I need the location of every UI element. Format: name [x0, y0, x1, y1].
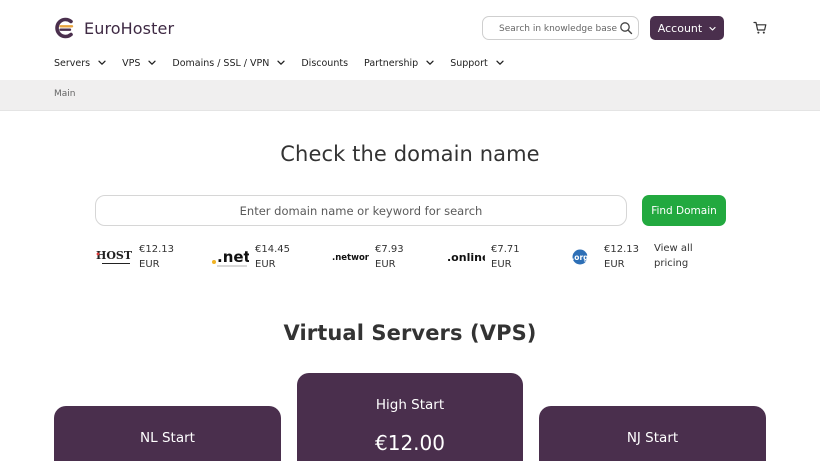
- price-currency: EUR: [604, 259, 625, 270]
- tld-price-label: €7.71 EUR: [491, 242, 520, 272]
- price-currency: EUR: [139, 259, 160, 270]
- vps-section-title: Virtual Servers (VPS): [283, 321, 537, 345]
- account-label: Account: [657, 21, 703, 35]
- online-tld-logo: .online: [447, 245, 485, 269]
- plan-card-nj-start[interactable]: NJ Start: [539, 406, 766, 461]
- plan-card-high-start[interactable]: High Start €12.00: [297, 373, 523, 461]
- price-currency: EUR: [255, 259, 276, 270]
- tld-price-online[interactable]: .online €7.71 EUR: [447, 241, 520, 273]
- host-logo-icon: HOST: [96, 249, 133, 264]
- host-logo-text: HOST: [96, 249, 133, 262]
- network-logo-icon: .network: [332, 253, 369, 263]
- org-logo-icon: .org: [571, 249, 589, 265]
- price-currency: EUR: [375, 259, 396, 270]
- site-header: EuroHoster Account Servers VPS Domains /…: [0, 0, 820, 80]
- price-amount: €7.71: [491, 244, 520, 255]
- tld-price-network[interactable]: .network €7.93 EUR: [332, 241, 404, 273]
- domain-search-input[interactable]: [96, 196, 626, 225]
- net-logo-icon: .net: [212, 248, 249, 267]
- nav-item-partnership[interactable]: Partnership: [364, 58, 434, 69]
- net-logo-text: .net: [217, 248, 249, 266]
- chevron-down-icon: [277, 60, 286, 65]
- online-logo-icon: .online: [447, 251, 485, 264]
- plan-name: NL Start: [140, 430, 195, 446]
- view-all-line-1: View all: [654, 243, 693, 254]
- nav-item-label: Servers: [54, 57, 91, 69]
- search-icon[interactable]: [619, 21, 633, 35]
- nav-item-label: Support: [450, 57, 488, 69]
- network-tld-logo: .network: [332, 245, 369, 269]
- tld-price-label: €12.13 EUR: [604, 242, 639, 272]
- tld-price-label: €7.93 EUR: [375, 242, 404, 272]
- net-tld-logo: .net: [211, 245, 249, 269]
- main-nav: Servers VPS Domains / SSL / VPN Discount…: [54, 55, 520, 71]
- price-amount: €12.13: [139, 244, 174, 255]
- org-tld-logo: .org: [570, 245, 598, 269]
- view-all-pricing-link[interactable]: View all pricing: [654, 241, 693, 271]
- chevron-down-icon: [709, 26, 716, 31]
- nav-item-discounts[interactable]: Discounts: [301, 58, 348, 69]
- price-amount: €14.45: [255, 244, 290, 255]
- tld-price-net[interactable]: .net €14.45 EUR: [211, 241, 290, 273]
- nav-item-servers[interactable]: Servers: [54, 58, 106, 69]
- price-amount: €12.13: [604, 244, 639, 255]
- nav-item-vps[interactable]: VPS: [122, 57, 157, 69]
- org-logo-text: .org: [571, 253, 588, 262]
- tld-price-label: €14.45 EUR: [255, 242, 290, 272]
- online-logo-text: .online: [447, 251, 485, 264]
- chevron-down-icon: [426, 60, 434, 65]
- chevron-down-icon: [98, 60, 106, 65]
- plan-card-nl-start[interactable]: NL Start: [54, 406, 281, 461]
- nav-item-label: Domains / SSL / VPN: [172, 57, 270, 69]
- host-tld-logo: HOST: [95, 245, 133, 269]
- chevron-down-icon: [148, 60, 157, 65]
- network-logo-text: .network: [332, 253, 369, 263]
- nav-item-label: Discounts: [301, 57, 349, 69]
- breadcrumb-item-main[interactable]: Main: [54, 89, 76, 99]
- price-currency: EUR: [491, 259, 512, 270]
- search-input[interactable]: [489, 19, 617, 38]
- brand-logo[interactable]: EuroHoster: [54, 16, 174, 40]
- nav-item-label: Partnership: [364, 57, 419, 69]
- domain-check-title: Check the domain name: [280, 142, 540, 166]
- tld-price-org[interactable]: .org €12.13 EUR: [570, 241, 639, 273]
- view-all-line-2: pricing: [654, 258, 689, 269]
- account-button[interactable]: Account: [650, 16, 724, 40]
- domain-search-field[interactable]: [95, 195, 627, 226]
- eurohoster-logo-icon: [55, 17, 74, 39]
- tld-price-host[interactable]: HOST €12.13 EUR: [95, 241, 174, 273]
- plan-price: €12.00: [375, 431, 445, 455]
- nav-item-domains[interactable]: Domains / SSL / VPN: [172, 57, 286, 69]
- brand-name: EuroHoster: [84, 18, 175, 38]
- chevron-down-icon: [496, 60, 504, 65]
- nav-item-support[interactable]: Support: [450, 58, 504, 69]
- plan-name: High Start: [375, 397, 445, 413]
- cart-icon[interactable]: [753, 21, 767, 35]
- plan-name: NJ Start: [626, 430, 679, 446]
- tld-price-label: €12.13 EUR: [139, 242, 174, 272]
- nav-item-label: VPS: [122, 57, 141, 69]
- price-amount: €7.93: [375, 244, 404, 255]
- breadcrumb: Main: [0, 80, 820, 111]
- knowledge-base-search[interactable]: [482, 16, 639, 40]
- find-domain-button[interactable]: Find Domain: [642, 195, 726, 226]
